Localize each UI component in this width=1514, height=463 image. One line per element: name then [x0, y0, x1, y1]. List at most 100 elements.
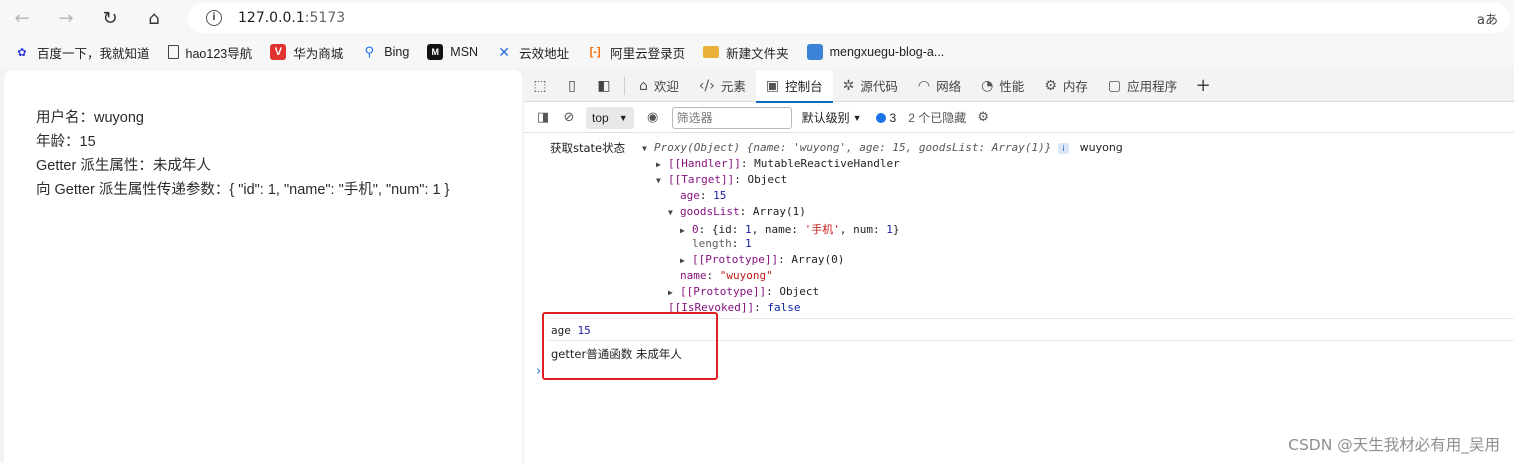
goods-val: : Array(1) — [739, 205, 806, 218]
message-count-badge[interactable]: 3 — [875, 111, 896, 125]
devtools-panel: ⬚ ▯ ◧ ⌂ 欢迎 ‹/› 元素 ▣ 控制台 ✲ 源代码 ◠ 网络 ◔ 性能 ⚙ 内存 ▢ 应… — [524, 69, 1514, 463]
bookmark-icon — [806, 44, 823, 60]
collapsed-triangle-icon[interactable]: ▶ — [668, 288, 680, 297]
expand-triangle-icon[interactable]: ▼ — [656, 176, 668, 185]
tab-elements[interactable]: ‹/› 元素 — [689, 70, 756, 102]
huawei-icon: V — [270, 44, 287, 60]
clear-console-icon[interactable]: ⊘ — [556, 105, 582, 131]
log-levels-dropdown[interactable]: 默认级别 ▼ — [802, 109, 862, 126]
info-icon[interactable]: i — [1058, 143, 1069, 154]
bookmark-label: 云效地址 — [519, 46, 570, 61]
length-row: length: 1 — [692, 237, 752, 250]
forward-button[interactable]: → — [44, 0, 88, 36]
message-icon — [875, 112, 886, 123]
folder-icon — [703, 46, 720, 58]
tab-label: 控制台 — [785, 80, 823, 94]
inspect-icon[interactable]: ⬚ — [524, 70, 556, 102]
proto-val: : Object — [766, 285, 820, 298]
add-tab-icon[interactable]: + — [1187, 70, 1219, 102]
target-key: [[Target]] — [668, 173, 735, 186]
eye-icon[interactable]: ◉ — [640, 105, 666, 131]
tab-memory[interactable]: ⚙ 内存 — [1034, 70, 1098, 102]
bookmark-label: hao123导航 — [185, 46, 253, 61]
proxy-prefix: Proxy(Object) {name: — [654, 141, 794, 154]
caret-down-icon: ▼ — [852, 112, 862, 123]
console-icon: ▣ — [765, 77, 780, 94]
bookmark-baidu[interactable]: ✿ 百度一下，我就知道 — [14, 43, 149, 62]
age-text: 年龄：15 — [36, 134, 96, 150]
caret-down-icon: ▼ — [618, 112, 628, 123]
object-prototype-row[interactable]: ▶ [[Prototype]]: Object — [668, 285, 819, 298]
bookmarks-bar: ✿ 百度一下，我就知道 hao123导航 V 华为商城 ⚲ Bing M MSN ✕ 云效… — [0, 36, 1514, 68]
getter-text: Getter 派生属性：未成年人 — [36, 158, 211, 174]
handler-row[interactable]: ▶ [[Handler]]: MutableReactiveHandler — [656, 157, 900, 170]
expand-triangle-icon[interactable]: ▼ — [642, 144, 654, 153]
bookmark-hao123[interactable]: hao123导航 — [167, 43, 253, 62]
proxy-goods: , goodsList: Array(1)} — [905, 141, 1052, 154]
arrow-left-icon: ← — [14, 7, 30, 29]
arrow-right-icon: → — [58, 7, 74, 29]
tab-welcome[interactable]: ⌂ 欢迎 — [629, 70, 689, 102]
log-label: 获取state状态 — [550, 141, 626, 155]
console-output: 获取state状态 ▼ Proxy(Object) {name: 'wuyong'… — [524, 134, 1514, 463]
goods-row[interactable]: ▼ goodsList: Array(1) — [668, 205, 806, 218]
bug-icon: ✲ — [842, 77, 855, 94]
tab-application[interactable]: ▢ 应用程序 — [1098, 70, 1187, 102]
page-content: 用户名：wuyong 年龄：15 Getter 派生属性：未成年人 向 Gett… — [4, 70, 522, 463]
bookmark-huawei[interactable]: V 华为商城 — [270, 43, 343, 62]
wifi-icon: ◠ — [917, 77, 931, 94]
collapsed-triangle-icon[interactable]: ▶ — [656, 160, 668, 169]
proxy-age-label: , age: — [846, 141, 893, 154]
address-bar[interactable]: i 127.0.0.1:5173 aあ — [188, 3, 1510, 33]
bookmark-mengxuegu[interactable]: mengxuegu-blog-a... — [806, 44, 945, 60]
home-button[interactable]: ⌂ — [132, 0, 176, 36]
tab-performance[interactable]: ◔ 性能 — [971, 70, 1034, 102]
filter-input[interactable] — [671, 106, 792, 129]
dock-icon[interactable]: ◧ — [588, 70, 620, 102]
devtools-tab-bar: ⬚ ▯ ◧ ⌂ 欢迎 ‹/› 元素 ▣ 控制台 ✲ 源代码 ◠ 网络 ◔ 性能 ⚙ 内存 ▢ 应… — [524, 69, 1514, 103]
bookmark-yunxiao[interactable]: ✕ 云效地址 — [496, 43, 569, 62]
tab-sources[interactable]: ✲ 源代码 — [833, 70, 908, 102]
collapsed-triangle-icon[interactable]: ▶ — [680, 256, 692, 265]
watermark: CSDN @天生我材必有用_吴用 — [1288, 436, 1500, 454]
baidu-icon: ✿ — [17, 46, 27, 59]
getter-param-text: 向 Getter 派生属性传递参数：{ "id": 1, "name": "手机… — [36, 182, 450, 198]
tab-label: 性能 — [999, 80, 1025, 94]
tab-console[interactable]: ▣ 控制台 — [755, 69, 833, 103]
context-select[interactable]: top ▼ — [586, 106, 634, 129]
array-prototype-row[interactable]: ▶ [[Prototype]]: Array(0) — [680, 253, 844, 266]
context-value: top — [592, 110, 609, 125]
proxy-name: 'wuyong' — [793, 141, 847, 154]
target-row[interactable]: ▼ [[Target]]: Object — [656, 173, 787, 186]
name-row: name: "wuyong" — [680, 269, 773, 282]
bookmark-aliyun[interactable]: [-] 阿里云登录页 — [587, 43, 686, 62]
sidebar-toggle-icon[interactable]: ◨ — [530, 105, 556, 131]
collapsed-triangle-icon[interactable]: ▶ — [680, 226, 692, 235]
tab-label: 源代码 — [860, 80, 898, 94]
bookmark-folder[interactable]: 新建文件夹 — [703, 43, 789, 62]
proto-key: [[Prototype]] — [692, 253, 779, 266]
bookmark-label: 阿里云登录页 — [610, 46, 686, 61]
read-aloud-button[interactable]: aあ — [1477, 9, 1498, 28]
console-prompt-icon[interactable]: › — [536, 364, 541, 379]
age-val: 15 — [713, 189, 727, 202]
url-text[interactable]: 127.0.0.1:5173 — [238, 10, 345, 26]
tab-label: 网络 — [936, 80, 962, 94]
item-num-label: , num: — [839, 223, 887, 236]
back-button[interactable]: ← — [0, 0, 44, 36]
code-icon: ‹/› — [698, 77, 715, 94]
goods-item-row[interactable]: ▶ 0: {id: 1, name: '手机', num: 1} — [680, 221, 899, 237]
cross-icon: ✕ — [498, 43, 510, 60]
item-name: '手机' — [804, 223, 840, 236]
refresh-button[interactable]: ↻ — [88, 0, 132, 36]
expand-triangle-icon[interactable]: ▼ — [668, 208, 680, 217]
device-emulation-icon[interactable]: ▯ — [556, 70, 588, 102]
search-icon: ⚲ — [364, 44, 375, 59]
bookmark-msn[interactable]: M MSN — [427, 44, 478, 60]
bookmark-bing[interactable]: ⚲ Bing — [361, 44, 409, 60]
info-icon[interactable]: i — [206, 10, 222, 26]
tab-network[interactable]: ◠ 网络 — [908, 70, 971, 102]
proxy-summary[interactable]: ▼ Proxy(Object) {name: 'wuyong', age: 15,… — [642, 141, 1123, 154]
settings-gear-icon[interactable]: ⚙ — [970, 105, 996, 131]
bookmark-label: mengxuegu-blog-a... — [829, 45, 945, 59]
